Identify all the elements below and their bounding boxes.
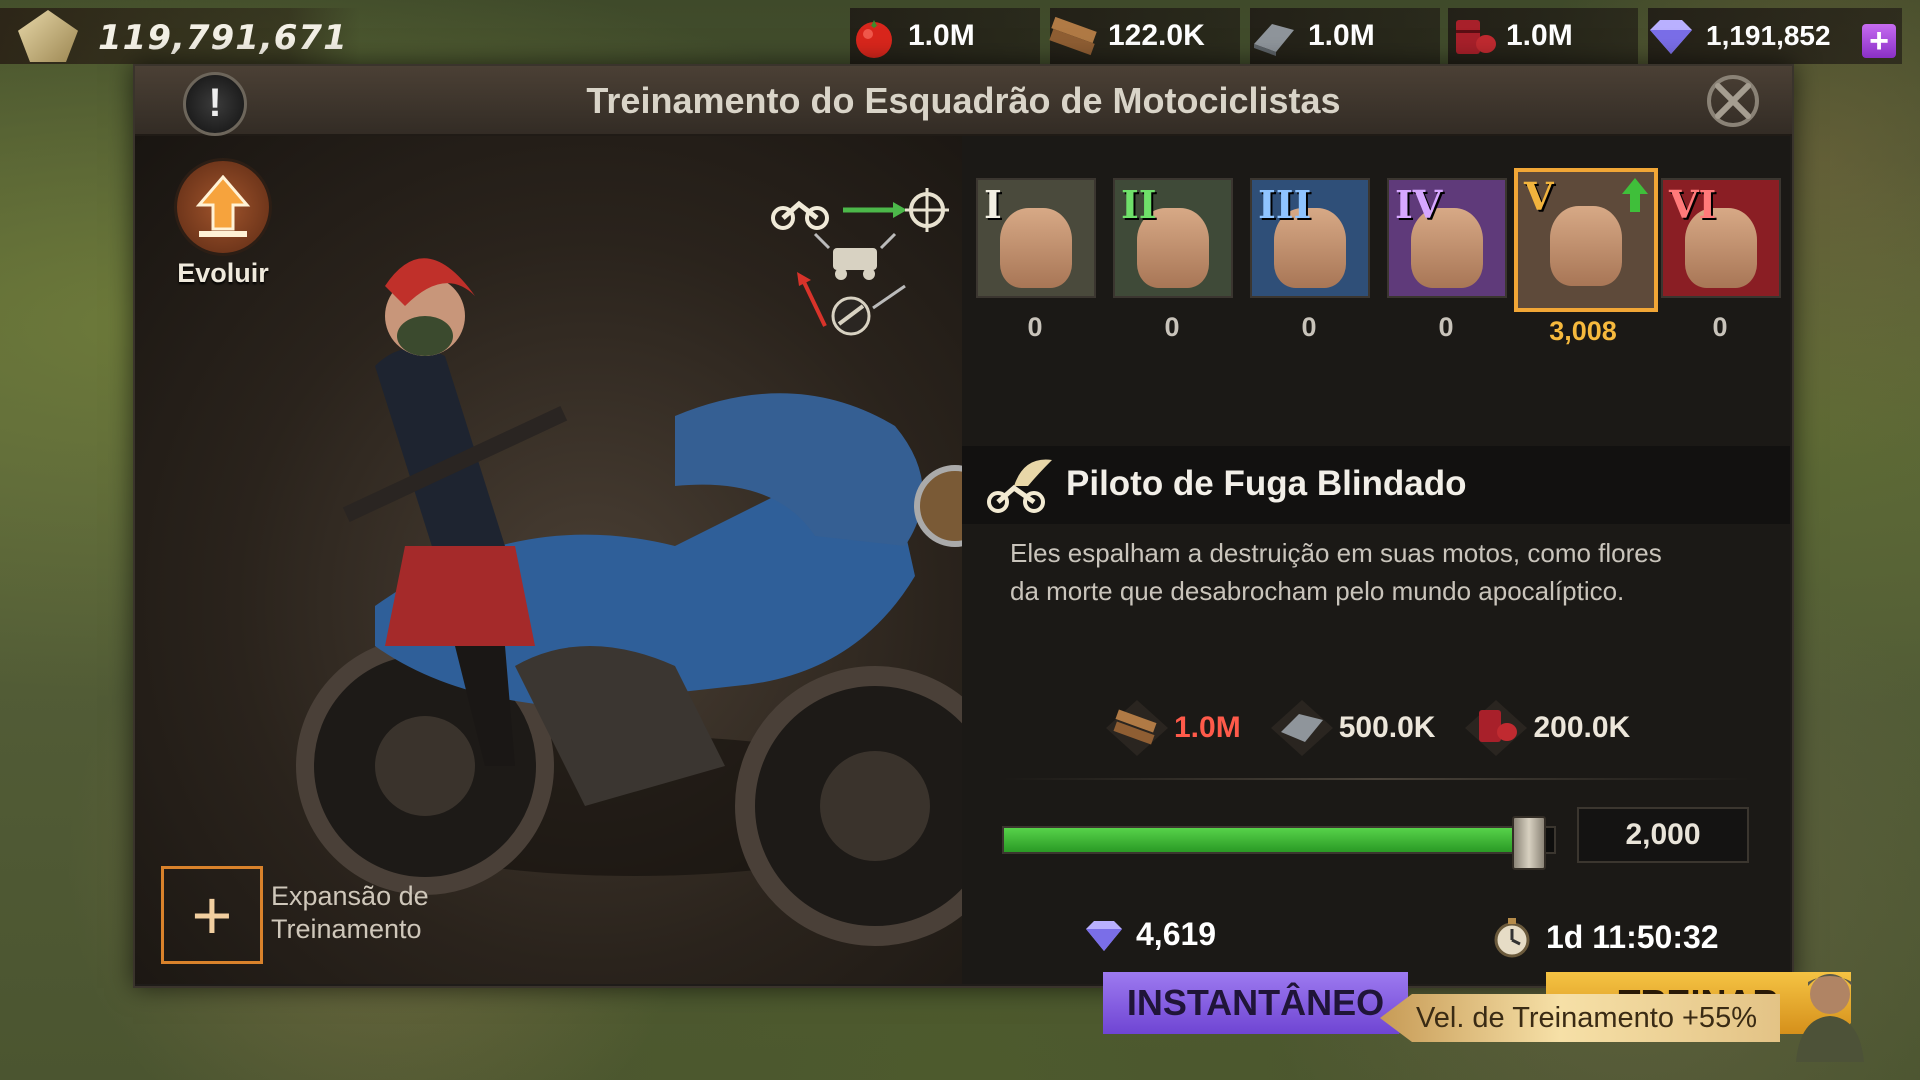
soldier-portrait xyxy=(1000,208,1072,288)
tier-6[interactable]: VI 0 xyxy=(1661,178,1781,347)
plus-icon: + xyxy=(161,866,263,964)
power-display[interactable]: 119,791,671 xyxy=(0,8,360,64)
training-costs: 1.0M 500.0K 200.0K xyxy=(1102,696,1630,760)
training-time: 1d 11:50:32 xyxy=(1492,916,1719,958)
resource-wood[interactable]: 122.0K xyxy=(1049,8,1240,64)
divider xyxy=(1002,778,1750,780)
resource-oil[interactable]: 1.0M xyxy=(1448,8,1638,64)
advisor-soldier-avatar[interactable] xyxy=(1780,962,1880,1062)
fist-power-icon xyxy=(18,10,78,62)
wood-planks-icon xyxy=(1049,16,1097,56)
training-speed-banner[interactable]: Vel. de Treinamento +55% xyxy=(1380,990,1800,1044)
unit-header: Piloto de Fuga Blindado xyxy=(962,446,1790,524)
tier-3[interactable]: III 0 xyxy=(1250,178,1370,347)
tier-card: V xyxy=(1514,168,1658,312)
tier-card: III xyxy=(1250,178,1370,298)
cost-wood: 1.0M xyxy=(1102,696,1241,760)
wood-planks-icon xyxy=(1106,700,1168,756)
instant-gem-cost: 4,619 xyxy=(1082,916,1216,953)
slider-fill xyxy=(1004,828,1527,852)
oil-barrel-icon xyxy=(1456,20,1496,54)
tier-count: 0 xyxy=(1712,312,1728,342)
tier-card: I xyxy=(976,178,1096,298)
slider-handle[interactable] xyxy=(1511,816,1546,870)
tomato-food-icon xyxy=(856,20,892,58)
tier-count: 3,008 xyxy=(1549,316,1617,346)
unit-details: I 0 II 0 III 0 IV 0 V 3,008 VI 0 Piloto … xyxy=(962,136,1851,1034)
tier-card: II xyxy=(1113,178,1233,298)
cost-oil: 200.0K xyxy=(1461,696,1630,760)
quantity-slider[interactable] xyxy=(1002,816,1556,870)
unit-showcase: Evoluir + Expansão de Treinamento xyxy=(135,136,1015,984)
panel-title-bar: ! Treinamento do Esquadrão de Motociclis… xyxy=(135,66,1792,136)
stopwatch-icon xyxy=(1494,918,1530,958)
upgrade-arrow-icon xyxy=(1622,178,1648,212)
crosshair-icon xyxy=(905,188,949,232)
diamond-gem-icon xyxy=(1650,20,1692,54)
resource-diamonds[interactable]: 1,191,852 + xyxy=(1648,8,1902,64)
tier-count: 0 xyxy=(1301,312,1317,342)
tier-4[interactable]: IV 0 xyxy=(1387,178,1507,347)
resource-food[interactable]: 1.0M xyxy=(850,8,1040,64)
instant-train-button[interactable]: INSTANTÂNEO xyxy=(1103,972,1408,1034)
power-value: 119,791,671 xyxy=(98,18,348,58)
quantity-input[interactable]: 2,000 xyxy=(1577,807,1749,863)
tier-count: 0 xyxy=(1438,312,1454,342)
tier-5-selected[interactable]: V 3,008 xyxy=(1514,168,1658,347)
tier-2[interactable]: II 0 xyxy=(1113,178,1233,347)
steel-ingot-icon xyxy=(1270,700,1333,756)
evolve-arrow-icon xyxy=(174,158,272,256)
unit-description: Eles espalham a destruição em suas motos… xyxy=(1010,538,1662,606)
training-panel: ! Treinamento do Esquadrão de Motociclis… xyxy=(133,64,1851,1034)
tier-count: 0 xyxy=(1027,312,1043,342)
training-speed-label: Vel. de Treinamento +55% xyxy=(1416,1002,1757,1034)
motorcycle-icon xyxy=(771,200,829,230)
tier-card: VI xyxy=(1661,178,1781,298)
steel-ingot-icon xyxy=(1254,24,1294,56)
oil-barrel-icon xyxy=(1465,700,1528,756)
motorcycle-rider-artwork xyxy=(296,258,1015,946)
diamond-gem-icon xyxy=(1086,920,1122,951)
tier-count: 0 xyxy=(1164,312,1180,342)
add-diamonds-button[interactable]: + xyxy=(1862,24,1896,58)
soldier-portrait xyxy=(1550,206,1622,286)
tier-card: IV xyxy=(1387,178,1507,298)
winged-motorcycle-icon xyxy=(987,459,1052,513)
tier-1[interactable]: I 0 xyxy=(976,178,1096,347)
unit-name: Piloto de Fuga Blindado xyxy=(1066,464,1467,503)
panel-title: Treinamento do Esquadrão de Motociclista… xyxy=(586,80,1341,121)
top-resource-bar: 119,791,671 1.0M 122.0K 1.0M 1.0M 1,191,… xyxy=(0,0,1920,70)
tier-selector: I 0 II 0 III 0 IV 0 V 3,008 VI 0 xyxy=(976,168,1781,347)
close-button[interactable] xyxy=(1704,72,1762,130)
training-expansion-label: Expansão de Treinamento xyxy=(271,881,429,944)
training-expansion-button[interactable]: + Expansão de Treinamento xyxy=(161,866,541,966)
cost-steel: 500.0K xyxy=(1267,696,1435,760)
resource-steel[interactable]: 1.0M xyxy=(1250,8,1440,64)
